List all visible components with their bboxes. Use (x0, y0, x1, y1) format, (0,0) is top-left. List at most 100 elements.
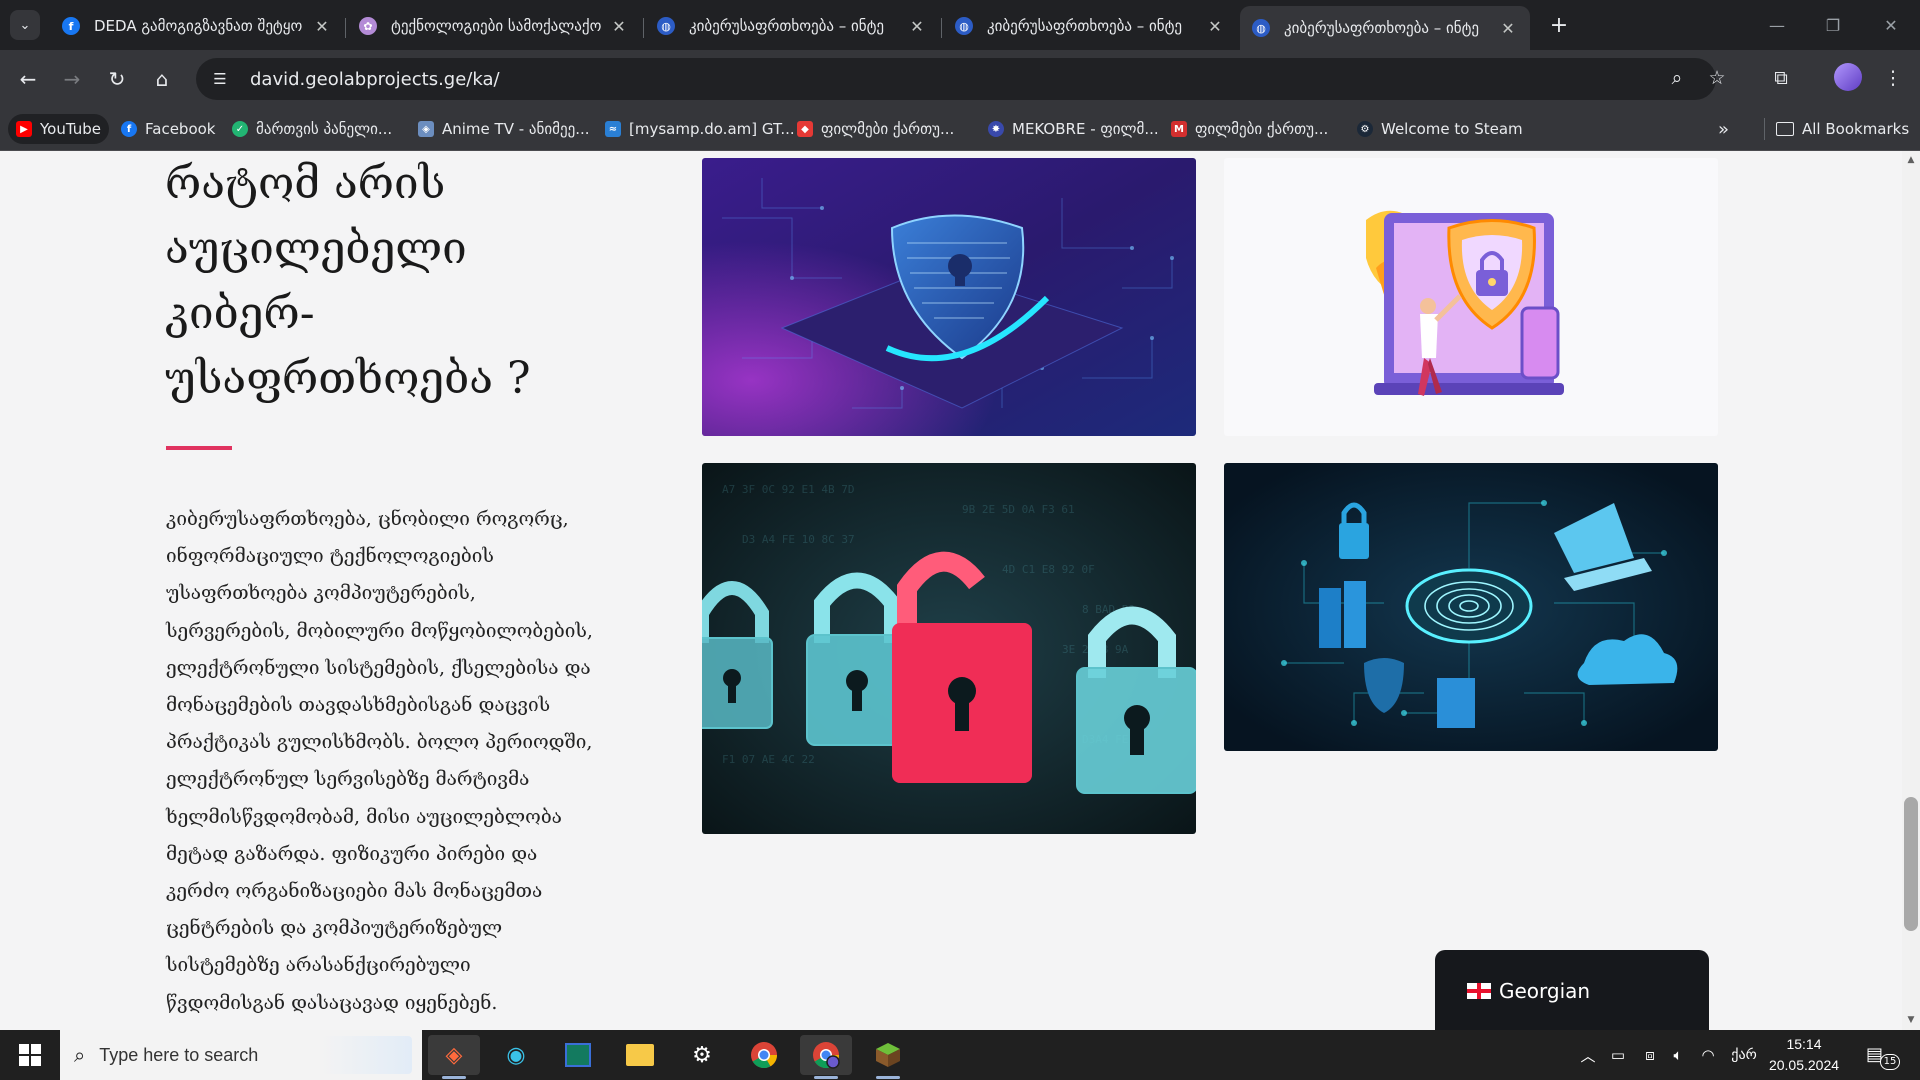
restore-button[interactable]: ❐ (1808, 8, 1858, 42)
scroll-up-arrow[interactable]: ▲ (1902, 152, 1920, 168)
forward-button[interactable]: → (56, 63, 88, 95)
scroll-down-arrow[interactable]: ▼ (1902, 1012, 1920, 1028)
input-language[interactable]: ქარ (1726, 1030, 1762, 1080)
cube-icon: ◈ (418, 121, 434, 137)
language-switcher[interactable]: Georgian (1435, 950, 1709, 1030)
minimize-icon: — (1769, 15, 1785, 35)
taskbar-chrome[interactable] (738, 1035, 790, 1075)
taskbar-minecraft[interactable] (862, 1035, 914, 1079)
body-line: პრაქტიკას გულისხმობს. ბოლო პერიოდში, (166, 731, 593, 754)
taskbar-search-box[interactable]: ⌕ Type here to search (60, 1030, 422, 1080)
start-button[interactable] (0, 1030, 60, 1080)
close-icon[interactable]: ✕ (907, 17, 927, 36)
back-button[interactable]: ← (12, 63, 44, 95)
cyber-shield-image (702, 158, 1196, 436)
extensions-icon[interactable]: ⧉ (1766, 63, 1796, 93)
youtube-icon: ▶ (16, 121, 32, 137)
app-icon: ◈ (445, 1042, 463, 1068)
bookmark-anime-tv[interactable]: ◈ Anime TV - ანიმეე... (418, 114, 590, 144)
tab-separator (941, 18, 942, 38)
close-icon[interactable]: ✕ (312, 17, 332, 36)
close-icon[interactable]: ✕ (1498, 19, 1518, 38)
bookmark-label: Anime TV - ანიმეე... (442, 120, 590, 138)
network-icon[interactable]: ◠ (1694, 1030, 1722, 1080)
body-line: სერვერების, მობილური მოწყობილობების, (166, 619, 593, 642)
tray-overflow-chevron-icon[interactable]: ︿ (1576, 1030, 1600, 1080)
globe-icon: ◍ (955, 17, 973, 35)
tab-2[interactable]: ✿ ტექნოლოგიები სამოქალაქო ✕ (347, 6, 641, 46)
all-bookmarks-button[interactable]: All Bookmarks (1776, 114, 1909, 144)
home-button[interactable]: ⌂ (146, 63, 178, 95)
zoom-icon[interactable]: ⌕ (1662, 63, 1692, 93)
notification-center-button[interactable]: ▤ 15 (1862, 1042, 1902, 1070)
bookmark-star-icon[interactable]: ☆ (1702, 63, 1732, 93)
scroll-thumb[interactable] (1904, 797, 1918, 931)
taskbar-app-pinned[interactable]: ◈ (428, 1035, 480, 1079)
bookmarks-overflow-button[interactable]: » (1718, 114, 1729, 144)
facebook-icon: f (62, 17, 80, 35)
bookmark-films-1[interactable]: ◆ ფილმები ქართუ... (797, 114, 954, 144)
body-line: მონაცემების თავდასხმებისგან დაცვის (166, 694, 551, 717)
tab-3[interactable]: ◍ კიბერუსაფრთხოება – ინტე ✕ (645, 6, 939, 46)
steam-icon: ⚙ (1357, 121, 1373, 137)
close-icon[interactable]: ✕ (1205, 17, 1225, 36)
plus-icon: + (1549, 12, 1569, 38)
reload-button[interactable]: ↻ (101, 63, 133, 95)
chrome-profile-icon (813, 1042, 840, 1069)
laptop-lock-illustration (1366, 210, 1564, 396)
body-line: კერძო ორგანიზაციები მას მონაცემთა (166, 880, 543, 903)
browser-toolbar: ← → ↻ ⌂ ☰ david.geolabprojects.ge/ka/ ⌕ … (0, 50, 1920, 108)
window-close-button[interactable]: ✕ (1866, 8, 1916, 42)
url-text[interactable]: david.geolabprojects.ge/ka/ (250, 69, 500, 90)
battery-icon[interactable]: ▭ (1604, 1030, 1632, 1080)
close-icon[interactable]: ✕ (609, 17, 629, 36)
bookmark-films-2[interactable]: M ფილმები ქართუ... (1171, 114, 1328, 144)
taskbar-app-green[interactable] (552, 1035, 604, 1075)
bookmark-label: Facebook (145, 120, 216, 138)
bookmark-panel[interactable]: ✓ მართვის პანელი... (232, 114, 392, 144)
menu-kebab-icon[interactable]: ⋮ (1878, 63, 1908, 93)
bookmark-steam[interactable]: ⚙ Welcome to Steam (1357, 114, 1523, 144)
mekobre-icon: ✸ (988, 121, 1004, 137)
tab-1[interactable]: f DEDA გამოგიგზავნათ შეტყო ✕ (50, 6, 344, 46)
folder-icon (626, 1044, 654, 1066)
accent-divider (166, 446, 232, 450)
tab-separator (345, 18, 346, 38)
bookmark-mysamp[interactable]: ≈ [mysamp.do.am] GT... (605, 114, 795, 144)
minimize-button[interactable]: — (1752, 8, 1802, 42)
svg-text:4D C1 E8 92 0F: 4D C1 E8 92 0F (1002, 563, 1095, 576)
new-tab-button[interactable]: + (1544, 10, 1574, 40)
taskbar-file-explorer[interactable] (614, 1035, 666, 1075)
bookmark-mekobre[interactable]: ✸ MEKOBRE - ფილმ... (988, 114, 1159, 144)
notification-count-badge: 15 (1880, 1054, 1900, 1070)
site-settings-icon[interactable]: ☰ (210, 69, 230, 89)
search-placeholder: Type here to search (99, 1044, 259, 1065)
taskbar-edge[interactable]: ◉ (490, 1035, 542, 1075)
tab-search-button[interactable]: ⌄ (10, 10, 40, 40)
laptop-lock-image (1224, 158, 1718, 436)
taskbar-settings[interactable]: ⚙ (676, 1035, 728, 1075)
bookmark-facebook[interactable]: f Facebook (121, 114, 215, 144)
reload-icon: ↻ (108, 67, 126, 91)
bookmark-label: ფილმები ქართუ... (1195, 120, 1329, 138)
meet-now-icon[interactable]: ⧈ (1636, 1030, 1664, 1080)
heading-line: კიბერ- (165, 288, 315, 339)
bookmark-label: ფილმები ქართუ... (821, 120, 955, 138)
active-indicator (876, 1076, 900, 1079)
cyber-shield-illustration (702, 158, 1196, 436)
flower-icon: ✿ (359, 17, 377, 35)
taskbar-chrome-profile[interactable] (800, 1035, 852, 1079)
tab-separator (643, 18, 644, 38)
svg-text:F1 07 AE 4C 22: F1 07 AE 4C 22 (722, 753, 815, 766)
bookmark-youtube[interactable]: ▶ YouTube (8, 114, 109, 144)
tab-4[interactable]: ◍ კიბერუსაფრთხოება – ინტე ✕ (943, 6, 1237, 46)
profile-avatar[interactable] (1834, 63, 1862, 91)
language-indicator: ქარ (1731, 1047, 1757, 1063)
tab-5-active[interactable]: ◍ კიბერუსაფრთხოება – ინტე ✕ (1240, 6, 1530, 50)
web-page: რატომ არის აუცილებელი კიბერ- უსაფრთხოება… (0, 151, 1902, 1030)
fingerprint-network-illustration (1224, 463, 1718, 751)
address-bar[interactable]: ☰ david.geolabprojects.ge/ka/ (196, 58, 1716, 100)
clock-date: 20.05.2024 (1768, 1057, 1840, 1073)
volume-icon[interactable]: 🔈︎ (1664, 1030, 1692, 1080)
taskbar-clock[interactable]: 15:14 20.05.2024 (1764, 1034, 1844, 1076)
